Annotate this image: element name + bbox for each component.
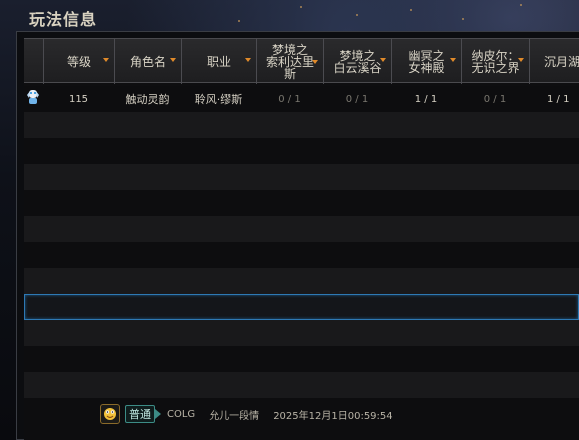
sort-arrow-icon: [103, 58, 109, 62]
header-level[interactable]: 等级: [43, 39, 114, 84]
sparkle: [410, 9, 412, 11]
sort-arrow-icon: [170, 58, 176, 62]
sparkle: [520, 4, 522, 6]
table-row[interactable]: [24, 216, 579, 242]
emoji-button[interactable]: [100, 404, 120, 424]
chat-bar: 普通 COLG 允儿一段情 2025年12月1日00:59:54: [100, 404, 579, 424]
sparkle: [300, 6, 302, 8]
header-name[interactable]: 角色名: [114, 39, 181, 84]
header-label: 沉月湖: [544, 54, 579, 69]
sparkle: [462, 18, 464, 20]
table-row[interactable]: [24, 346, 579, 372]
header-label: 梦境之 索利达里 斯: [265, 42, 314, 81]
sparkle: [356, 14, 358, 16]
header-label: 幽冥之 女神殿: [408, 48, 445, 75]
header-label: 职业: [206, 54, 231, 69]
cell-level: 115: [68, 93, 89, 105]
cell-dungeon-4: 0 / 1: [483, 93, 507, 105]
cell-dungeon-1: 0 / 1: [278, 93, 301, 105]
cell-job: 聆风·缪斯: [194, 93, 243, 106]
header-job[interactable]: 职业: [181, 39, 256, 84]
header-label: 等级: [66, 54, 91, 69]
chat-channel-button[interactable]: 普通: [125, 405, 155, 423]
header-dungeon-1[interactable]: 梦境之 索利达里 斯: [256, 39, 323, 84]
table-row[interactable]: [24, 268, 579, 294]
chat-message: 允儿一段情: [209, 410, 260, 422]
table-row[interactable]: [24, 190, 579, 216]
header-dungeon-2[interactable]: 梦境之 白云溪谷: [323, 39, 391, 84]
character-avatar-icon: [27, 90, 39, 104]
chat-author[interactable]: COLG: [167, 409, 195, 420]
emoji-face-icon: [104, 408, 116, 420]
sort-arrow-icon: [380, 58, 386, 62]
table-row[interactable]: [24, 242, 579, 268]
header-label: 梦境之 白云溪谷: [333, 48, 382, 75]
header-dungeon-3[interactable]: 幽冥之 女神殿: [391, 39, 461, 84]
sparkle: [238, 20, 240, 22]
sort-arrow-icon: [245, 58, 251, 62]
cell-name: 触动灵韵: [125, 93, 170, 106]
table-row[interactable]: [24, 138, 579, 164]
sort-arrow-icon: [312, 60, 318, 64]
table-row[interactable]: [24, 320, 579, 346]
table-header: 等级 角色名 职业 梦境之 索利达里 斯 梦境之 白云溪谷 幽冥之 女神殿 纳皮…: [24, 38, 579, 84]
table-row-selected[interactable]: [24, 294, 579, 320]
header-dungeon-5[interactable]: 沉月湖: [529, 39, 579, 84]
cell-dungeon-2: 0 / 1: [345, 93, 369, 105]
window-title: 玩法信息: [29, 10, 98, 29]
sort-arrow-icon: [450, 58, 456, 62]
cell-dungeon-5: 1 / 1: [547, 93, 570, 105]
table-row[interactable]: 115 触动灵韵 聆风·缪斯 0 / 1 0 / 1 1 / 1 0 / 1 1…: [24, 86, 579, 112]
header-dungeon-4[interactable]: 纳皮尔： 无识之界: [461, 39, 529, 84]
chat-timestamp: 2025年12月1日00:59:54: [273, 410, 393, 422]
cell-dungeon-3: 1 / 1: [414, 93, 438, 105]
header-label: 纳皮尔： 无识之界: [471, 48, 520, 75]
channel-arrow-icon: [155, 409, 161, 419]
table-row[interactable]: [24, 164, 579, 190]
table-row[interactable]: [24, 112, 579, 138]
table-row[interactable]: [24, 372, 579, 398]
header-label: 角色名: [129, 54, 166, 69]
sort-arrow-icon: [518, 58, 524, 62]
header-spacer: [24, 39, 43, 84]
